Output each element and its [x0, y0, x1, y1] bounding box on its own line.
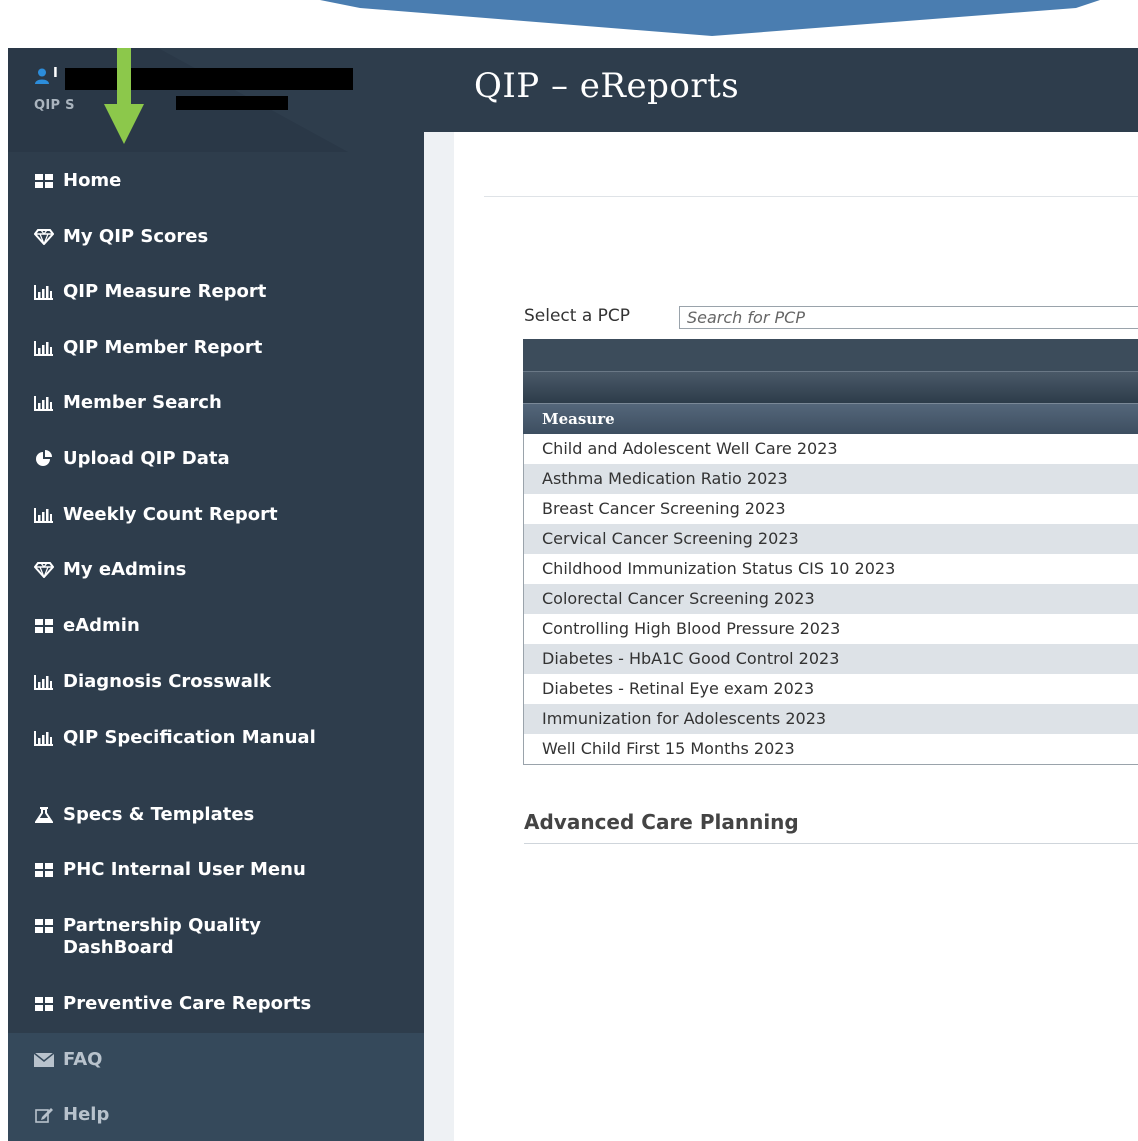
table-row[interactable]: Diabetes - Retinal Eye exam 2023	[523, 674, 1138, 704]
sidebar-item-upload-qip-data[interactable]: Upload QIP Data	[8, 448, 424, 470]
sidebar-item-my-qip-scores[interactable]: My QIP Scores	[8, 226, 424, 248]
sidebar-item-label: Specs & Templates	[63, 804, 255, 825]
table-row[interactable]: Controlling High Blood Pressure 2023	[523, 614, 1138, 644]
pie-chart-icon	[33, 448, 55, 470]
sidebar-item-partnership-quality-dashboard[interactable]: Partnership Quality DashBoard	[8, 915, 424, 959]
sidebar-item-specs-templates[interactable]: Specs & Templates	[8, 804, 424, 826]
sidebar-item-label: Weekly Count Report	[63, 504, 278, 525]
sidebar-item-eadmin[interactable]: eAdmin	[8, 615, 424, 637]
section-divider	[524, 843, 1138, 844]
green-arrow-annotation	[104, 48, 144, 144]
sidebar-item-label: QIP Measure Report	[63, 281, 267, 302]
sidebar: I QIP S	[8, 48, 424, 1141]
sidebar-item-label: My QIP Scores	[63, 226, 209, 247]
sidebar-item-label: My eAdmins	[63, 559, 187, 580]
user-name: I	[53, 66, 58, 81]
bar-chart-icon	[33, 281, 55, 303]
table-bottom-border	[523, 764, 1138, 765]
sidebar-item-qip-specification-manual[interactable]: QIP Specification Manual	[8, 727, 424, 749]
table-row[interactable]: Childhood Immunization Status CIS 10 202…	[523, 554, 1138, 584]
table-title-bar	[523, 339, 1138, 371]
content-gutter	[424, 132, 454, 1141]
sidebar-item-qip-member-report[interactable]: QIP Member Report	[8, 337, 424, 359]
table-row[interactable]: Colorectal Cancer Screening 2023	[523, 584, 1138, 614]
sidebar-item-qip-measure-report[interactable]: QIP Measure Report	[8, 281, 424, 303]
table-body: Child and Adolescent Well Care 2023 Asthm…	[523, 434, 1138, 764]
grid-icon	[33, 859, 55, 881]
grid-icon	[33, 993, 55, 1015]
sidebar-item-label: Diagnosis Crosswalk	[63, 671, 271, 692]
divider	[484, 196, 1138, 197]
section-title: Advanced Care Planning	[524, 810, 799, 834]
sidebar-item-label: Preventive Care Reports	[63, 993, 312, 1014]
table-toolbar	[523, 371, 1138, 403]
sidebar-item-label: Member Search	[63, 392, 222, 413]
bar-chart-icon	[33, 337, 55, 359]
bar-chart-icon	[33, 392, 55, 414]
bar-chart-icon	[33, 504, 55, 526]
diamond-icon	[33, 559, 55, 581]
column-header-measure[interactable]: Measure	[523, 403, 1138, 434]
top-banner	[320, 0, 1100, 36]
table-row[interactable]: Child and Adolescent Well Care 2023	[523, 434, 1138, 464]
sidebar-item-label: Partnership Quality DashBoard	[63, 915, 262, 958]
sidebar-item-label: Upload QIP Data	[63, 448, 230, 469]
sidebar-item-phc-internal-user-menu[interactable]: PHC Internal User Menu	[8, 859, 424, 881]
sidebar-item-label: QIP Specification Manual	[63, 727, 316, 748]
user-panel: I QIP S	[8, 48, 424, 152]
user-icon	[35, 68, 49, 84]
redacted-organization	[176, 96, 288, 110]
sidebar-item-label: QIP Member Report	[63, 337, 263, 358]
table-row[interactable]: Immunization for Adolescents 2023	[523, 704, 1138, 734]
user-organization: QIP S	[34, 98, 75, 113]
sidebar-item-weekly-count-report[interactable]: Weekly Count Report	[8, 504, 424, 526]
sidebar-item-home[interactable]: Home	[8, 170, 424, 192]
pcp-label: Select a PCP	[524, 306, 631, 326]
page-title: QIP – eReports	[474, 66, 740, 106]
flask-icon	[33, 804, 55, 826]
bar-chart-icon	[33, 671, 55, 693]
sidebar-item-faq[interactable]: FAQ	[8, 1049, 424, 1071]
table-row[interactable]: Cervical Cancer Screening 2023	[523, 524, 1138, 554]
table-row[interactable]: Breast Cancer Screening 2023	[523, 494, 1138, 524]
sidebar-item-help[interactable]: Help	[8, 1104, 424, 1126]
pcp-search-input[interactable]: Search for PCP	[679, 306, 1138, 329]
table-row[interactable]: Asthma Medication Ratio 2023	[523, 464, 1138, 494]
edit-icon	[33, 1104, 55, 1126]
sidebar-item-label: FAQ	[63, 1049, 103, 1070]
table-row[interactable]: Diabetes - HbA1C Good Control 2023	[523, 644, 1138, 674]
diamond-icon	[33, 226, 55, 248]
page-header: QIP – eReports	[424, 48, 1138, 132]
sidebar-item-label: PHC Internal User Menu	[63, 859, 306, 880]
measure-table: Measure Child and Adolescent Well Care 2…	[523, 339, 1138, 765]
table-row[interactable]: Well Child First 15 Months 2023	[523, 734, 1138, 764]
sidebar-item-label: Help	[63, 1104, 110, 1125]
envelope-icon	[33, 1049, 55, 1071]
grid-icon	[33, 915, 55, 937]
sidebar-item-my-eadmins[interactable]: My eAdmins	[8, 559, 424, 581]
sidebar-item-label: eAdmin	[63, 615, 140, 636]
sidebar-item-member-search[interactable]: Member Search	[8, 392, 424, 414]
grid-icon	[33, 170, 55, 192]
bar-chart-icon	[33, 727, 55, 749]
grid-icon	[33, 615, 55, 637]
sidebar-item-label: Home	[63, 170, 122, 191]
sidebar-item-diagnosis-crosswalk[interactable]: Diagnosis Crosswalk	[8, 671, 424, 693]
sidebar-item-preventive-care-reports[interactable]: Preventive Care Reports	[8, 993, 424, 1015]
